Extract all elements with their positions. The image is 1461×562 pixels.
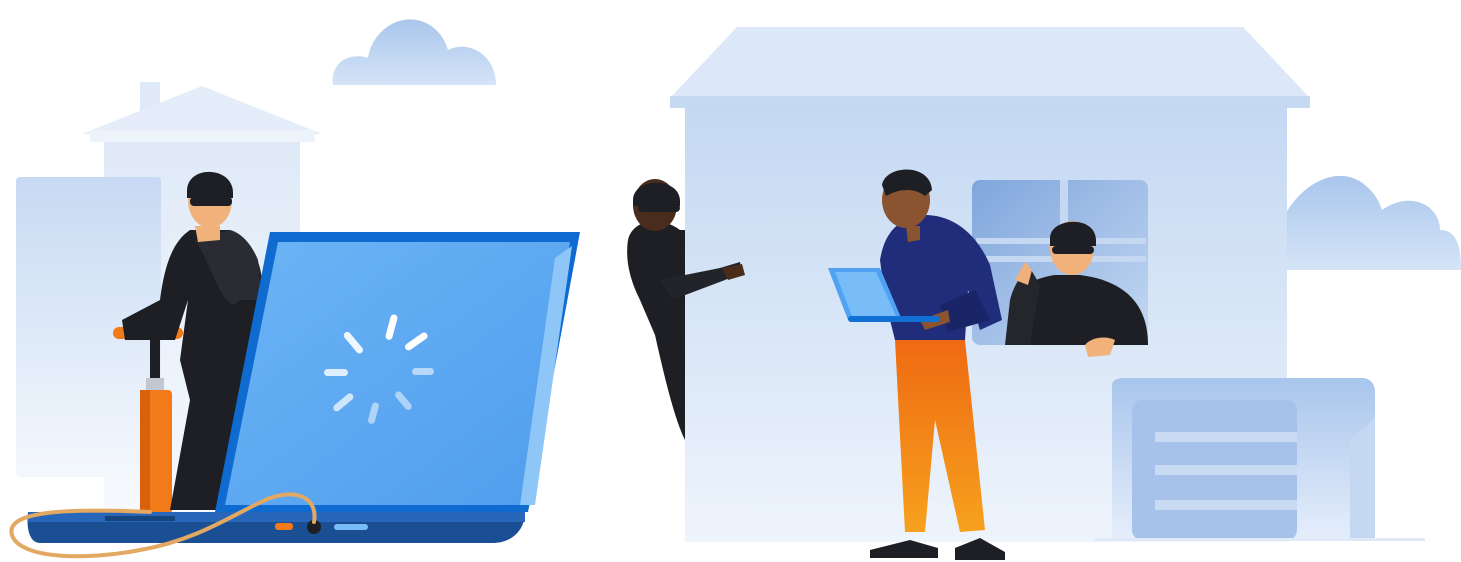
garage-door-icon [1095, 378, 1425, 541]
illustration-scene [9, 19, 1461, 560]
cloud-icon [332, 19, 496, 85]
